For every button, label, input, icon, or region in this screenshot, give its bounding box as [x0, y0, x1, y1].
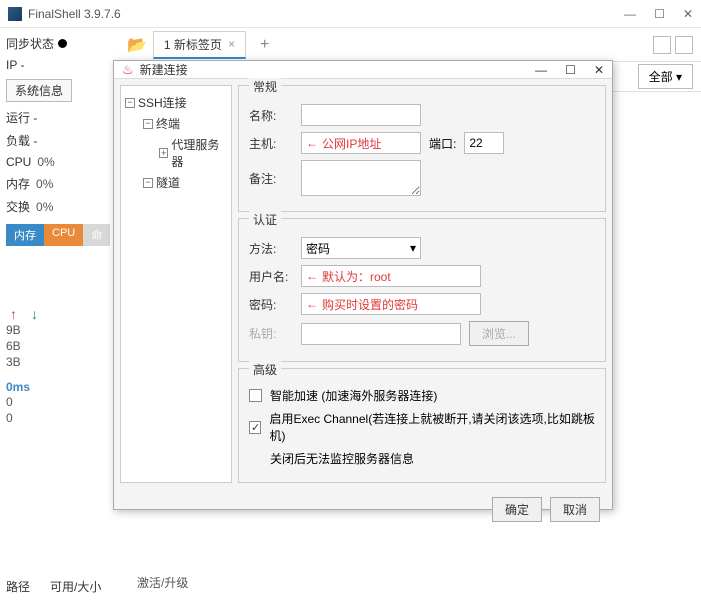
mem-label: 内存: [6, 175, 30, 192]
arrow-left-icon: ←: [306, 136, 318, 150]
upload-arrow-icon: ↑: [10, 306, 17, 322]
sync-label: 同步状态: [6, 35, 54, 52]
toggle-icon[interactable]: −: [143, 119, 153, 129]
remark-label: 备注:: [249, 170, 293, 187]
tab-bar: 📂 1 新标签页 × +: [123, 28, 701, 62]
all-dropdown[interactable]: 全部 ▾: [638, 64, 693, 89]
maximize-button[interactable]: ☐: [654, 7, 665, 21]
stat-3b: 3B: [6, 354, 117, 370]
cpu-label: CPU: [6, 155, 31, 169]
chevron-down-icon: ▾: [410, 241, 416, 255]
advanced-fieldset: 高级 智能加速 (加速海外服务器连接) 启用Exec Channel(若连接上就…: [238, 368, 606, 483]
app-title: FinalShell 3.9.7.6: [28, 7, 624, 21]
smart-checkbox[interactable]: [249, 389, 262, 402]
folder-icon[interactable]: 📂: [127, 35, 147, 55]
toggle-icon[interactable]: +: [159, 148, 168, 158]
cancel-button[interactable]: 取消: [550, 497, 600, 522]
load-label: 负载 -: [6, 129, 117, 152]
download-arrow-icon: ↓: [31, 306, 38, 322]
smart-label: 智能加速 (加速海外服务器连接): [270, 387, 437, 404]
tab-1[interactable]: 1 新标签页 ×: [153, 31, 246, 59]
activate-link[interactable]: 激活/升级: [129, 568, 196, 597]
auth-legend: 认证: [249, 211, 281, 228]
stat-6b: 6B: [6, 338, 117, 354]
java-icon: ♨: [122, 62, 134, 78]
close-button[interactable]: ✕: [683, 7, 693, 21]
col-path[interactable]: 路径: [6, 578, 30, 595]
exec-checkbox[interactable]: [249, 421, 261, 434]
user-input[interactable]: ←默认为：root: [301, 265, 481, 287]
run-label: 运行 -: [6, 106, 117, 129]
stat-z1: 0: [6, 394, 117, 410]
cmd-box[interactable]: 命: [83, 224, 110, 246]
auth-fieldset: 认证 方法: 密码▾ 用户名: ←默认为：root 密码: ←购买时设置的密码: [238, 218, 606, 362]
key-label: 私钥:: [249, 325, 293, 342]
col-size[interactable]: 可用/大小: [50, 578, 101, 595]
stat-9b: 9B: [6, 322, 117, 338]
pwd-label: 密码:: [249, 296, 293, 313]
user-label: 用户名:: [249, 268, 293, 285]
connection-tree: −SSH连接 −终端 +代理服务器 −隧道: [120, 85, 232, 483]
exec-label: 启用Exec Channel(若连接上就被断开,请关闭该选项,比如跳板机): [269, 410, 595, 444]
dialog-title: 新建连接: [140, 61, 536, 78]
method-label: 方法:: [249, 240, 293, 257]
stat-boxes: 内存 CPU 命: [6, 224, 117, 246]
stat-z2: 0: [6, 410, 117, 426]
mem-pct: 0%: [36, 177, 53, 191]
mem-box[interactable]: 内存: [6, 224, 44, 246]
minimize-button[interactable]: —: [624, 7, 636, 21]
list-view-icon[interactable]: [675, 36, 693, 54]
port-input[interactable]: [464, 132, 504, 154]
arrow-left-icon: ←: [306, 269, 318, 283]
dlg-maximize-button[interactable]: ☐: [565, 63, 576, 77]
remark-input[interactable]: [301, 160, 421, 196]
browse-button: 浏览...: [469, 321, 529, 346]
method-select[interactable]: 密码▾: [301, 237, 421, 259]
toggle-icon[interactable]: −: [143, 178, 153, 188]
general-fieldset: 常规 名称: 主机: ←公网IP地址 端口: 备注:: [238, 85, 606, 212]
general-legend: 常规: [249, 78, 281, 95]
dlg-close-button[interactable]: ✕: [594, 63, 604, 77]
tree-ssh[interactable]: −SSH连接: [125, 92, 227, 113]
port-label: 端口:: [429, 135, 456, 152]
arrow-left-icon: ←: [306, 297, 318, 311]
exec-label2: 关闭后无法监控服务器信息: [270, 450, 414, 467]
tab-close-icon[interactable]: ×: [228, 37, 235, 51]
toggle-icon[interactable]: −: [125, 98, 135, 108]
host-input[interactable]: ←公网IP地址: [301, 132, 421, 154]
sidebar: 同步状态 IP - 系统信息 运行 - 负载 - CPU 0% 内存 0% 交换 0%…: [0, 28, 123, 601]
swap-label: 交换: [6, 198, 30, 215]
name-input[interactable]: [301, 104, 421, 126]
ok-button[interactable]: 确定: [492, 497, 542, 522]
key-input: [301, 323, 461, 345]
adv-legend: 高级: [249, 361, 281, 378]
name-label: 名称:: [249, 107, 293, 124]
tree-tunnel[interactable]: −隧道: [125, 172, 227, 193]
host-label: 主机:: [249, 135, 293, 152]
tab-1-label: 1 新标签页: [164, 36, 222, 53]
main-titlebar: FinalShell 3.9.7.6 — ☐ ✕: [0, 0, 701, 28]
app-icon: [8, 7, 22, 21]
swap-pct: 0%: [36, 200, 53, 214]
sysinfo-button[interactable]: 系统信息: [6, 79, 72, 102]
ip-label: IP -: [6, 55, 117, 75]
grid-view-icon[interactable]: [653, 36, 671, 54]
sync-status-dot: [58, 39, 67, 48]
cpu-pct: 0%: [37, 155, 54, 169]
new-connection-dialog: ♨ 新建连接 — ☐ ✕ −SSH连接 −终端 +代理服务器 −隧道 常规 名称…: [113, 60, 613, 510]
cpu-box[interactable]: CPU: [44, 224, 83, 246]
tree-terminal[interactable]: −终端: [125, 113, 227, 134]
latency-value: 0ms: [6, 380, 117, 394]
new-tab-button[interactable]: +: [252, 36, 277, 54]
dlg-minimize-button[interactable]: —: [535, 63, 547, 77]
tree-proxy[interactable]: +代理服务器: [125, 134, 227, 172]
pwd-input[interactable]: ←购买时设置的密码: [301, 293, 481, 315]
